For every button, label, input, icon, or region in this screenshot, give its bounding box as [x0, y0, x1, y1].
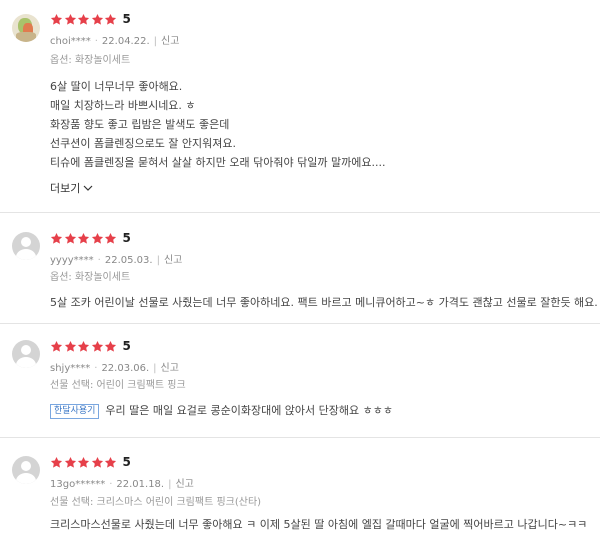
review-date: 22.01.18.: [116, 479, 165, 490]
review-text: 크리스마스선물로 사줬는데 너무 좋아해요 ㅋ 이제 5살된 딸 아침에 엘집 …: [50, 515, 587, 534]
more-button[interactable]: 더보기: [50, 180, 93, 196]
review-line: 6살 딸이 너무너무 좋아해요.: [50, 80, 183, 93]
review-line-wrap: 한달사용기 우리 딸은 매일 요걸로 콩순이화장대에 앉아서 단장해요 ㅎㅎㅎ: [50, 401, 393, 420]
review-meta: 13go****** · 22.01.18. | 신고: [50, 479, 194, 490]
report-link[interactable]: 신고: [164, 255, 182, 266]
star-icon: [104, 340, 117, 353]
review-line: 5살 조카 어린이날 선물로 사줬는데 너무 좋아하네요. 팩트 바르고 메니큐…: [50, 296, 598, 309]
month-use-badge: 한달사용기: [50, 403, 100, 419]
star-icon: [91, 340, 104, 353]
review-meta: shjy**** · 22.03.06. | 신고: [50, 363, 179, 374]
rating-score: 5: [122, 339, 131, 353]
review-meta: yyyy**** · 22.05.03. | 신고: [50, 255, 183, 266]
star-rating: 5: [50, 337, 131, 355]
review-date: 22.05.03.: [104, 255, 153, 266]
review-date: 22.03.06.: [101, 363, 150, 374]
user-avatar: [12, 340, 40, 368]
purchase-option: 선물 선택: 어린이 크림팩트 핑크: [50, 380, 186, 391]
user-avatar: [12, 456, 40, 484]
review-text: 6살 딸이 너무너무 좋아해요. 매일 치장하느라 바쁘시네요. ㅎ 화장품 향…: [50, 77, 385, 172]
user-id: yyyy****: [50, 255, 94, 266]
star-icon: [64, 456, 77, 469]
star-icon: [91, 13, 104, 26]
star-icon: [64, 232, 77, 245]
rating-score: 5: [122, 231, 131, 245]
user-avatar: [12, 232, 40, 260]
star-rating: 5: [50, 453, 131, 471]
user-id: shjy****: [50, 363, 91, 374]
review-line: 화장품 향도 좋고 립밤은 발색도 좋은데: [50, 118, 230, 131]
report-link[interactable]: 신고: [161, 36, 179, 47]
star-icon: [77, 13, 90, 26]
purchase-option: 옵션: 화장놀이세트: [50, 55, 131, 66]
review-date: 22.04.22.: [101, 36, 150, 47]
review-line: 크리스마스선물로 사줬는데 너무 좋아해요 ㅋ 이제 5살된 딸 아침에 엘집 …: [50, 518, 588, 531]
star-icon: [91, 232, 104, 245]
review-line: 매일 치장하느라 바쁘시네요. ㅎ: [50, 99, 196, 112]
review-line: 티슈에 폼클렌징을 묻혀서 살살 하지만 오래 닦아줘야 닦일까 말까에요...…: [50, 156, 386, 169]
star-icon: [77, 456, 90, 469]
star-rating: 5: [50, 10, 131, 28]
rating-score: 5: [122, 455, 131, 469]
star-icon: [64, 13, 77, 26]
report-link[interactable]: 신고: [161, 363, 179, 374]
star-rating: 5: [50, 229, 131, 247]
user-id: 13go******: [50, 479, 106, 490]
star-icon: [104, 232, 117, 245]
review-text: 한달사용기 우리 딸은 매일 요걸로 콩순이화장대에 앉아서 단장해요 ㅎㅎㅎ: [50, 401, 393, 420]
purchase-option: 선물 선택: 크리스마스 어린이 크림팩트 핑크(산타): [50, 497, 262, 508]
review-line: 선쿠션이 폼클렌징으로도 잘 안지워져요.: [50, 137, 237, 150]
review-divider: [0, 437, 600, 438]
user-id: choi****: [50, 36, 91, 47]
star-icon: [50, 456, 63, 469]
review-line: 우리 딸은 매일 요걸로 콩순이화장대에 앉아서 단장해요 ㅎㅎㅎ: [105, 404, 394, 417]
rating-score: 5: [122, 12, 131, 26]
review-divider: [0, 212, 600, 213]
star-icon: [104, 13, 117, 26]
star-icon: [50, 13, 63, 26]
chevron-down-icon: [83, 185, 93, 191]
star-icon: [77, 340, 90, 353]
review-text: 5살 조카 어린이날 선물로 사줬는데 너무 좋아하네요. 팩트 바르고 메니큐…: [50, 293, 598, 312]
star-icon: [50, 232, 63, 245]
star-icon: [64, 340, 77, 353]
star-icon: [104, 456, 117, 469]
star-icon: [50, 340, 63, 353]
review-meta: choi**** · 22.04.22. | 신고: [50, 36, 180, 47]
report-link[interactable]: 신고: [175, 479, 193, 490]
star-icon: [91, 456, 104, 469]
purchase-option: 옵션: 화장놀이세트: [50, 272, 131, 283]
user-avatar: [12, 14, 40, 42]
star-icon: [77, 232, 90, 245]
more-label: 더보기: [50, 182, 81, 195]
review-divider: [0, 323, 600, 324]
